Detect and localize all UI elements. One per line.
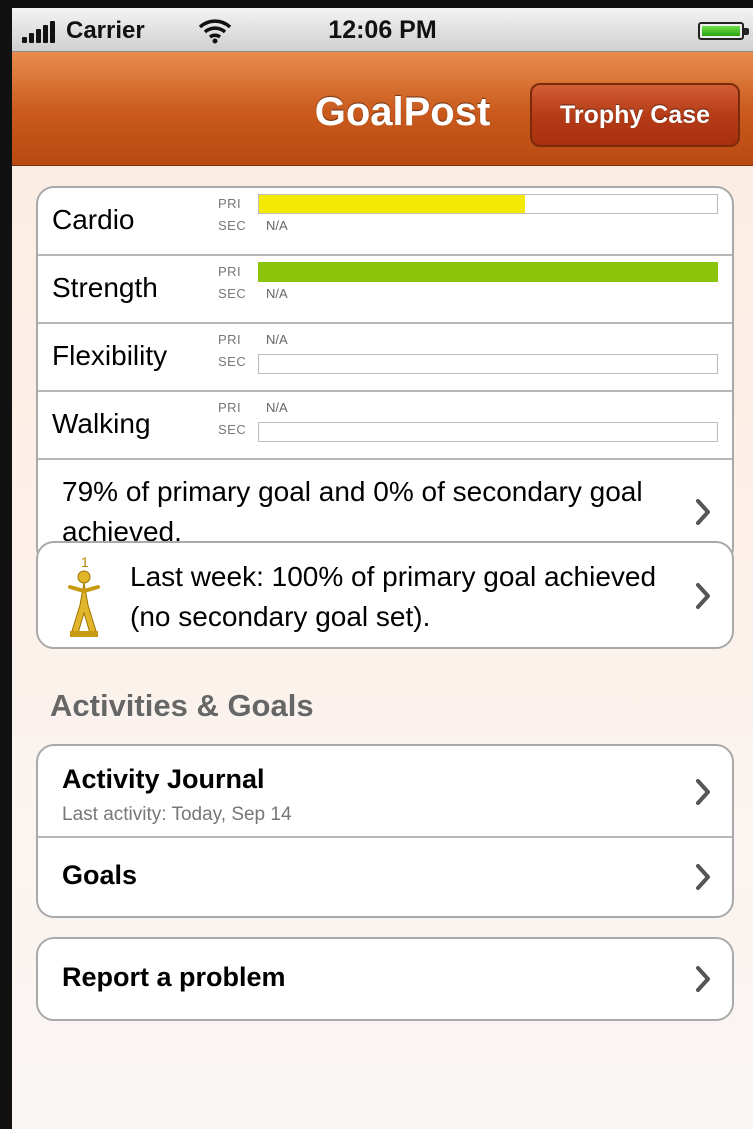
pri-label: PRI — [218, 264, 242, 279]
walking-secondary-bar — [258, 422, 718, 442]
activity-name: Strength — [52, 272, 158, 303]
walking-primary-na: N/A — [266, 400, 288, 415]
report-problem-title: Report a problem — [62, 962, 286, 992]
progress-row-walking: Walking PRI N/A SEC — [38, 392, 732, 460]
activity-journal-title: Activity Journal — [62, 764, 265, 794]
progress-summary-text: 79% of primary goal and 0% of secondary … — [62, 476, 643, 547]
progress-row-flexibility: Flexibility PRI N/A SEC — [38, 324, 732, 392]
report-problem-row[interactable]: Report a problem — [38, 939, 732, 1019]
sec-label: SEC — [218, 354, 247, 369]
progress-row-strength: Strength PRI SEC N/A — [38, 256, 732, 324]
strength-secondary-na: N/A — [266, 286, 288, 301]
battery-icon — [698, 22, 749, 40]
last-week-group[interactable]: 1 Last week: 100% of primary goal achiev… — [36, 541, 734, 649]
cardio-primary-fill — [259, 195, 525, 213]
navigation-bar: GoalPost Trophy Case — [12, 52, 753, 166]
trophy-icon: 1 — [64, 553, 104, 639]
app-screen: Carrier 12:06 PM GoalPost Trophy Case Ca… — [12, 8, 753, 1129]
last-week-text: Last week: 100% of primary goal achieved… — [130, 561, 657, 632]
chevron-right-icon — [696, 499, 710, 525]
activity-name: Cardio — [52, 204, 135, 235]
flexibility-secondary-bar — [258, 354, 718, 374]
status-bar: Carrier 12:06 PM — [12, 8, 753, 52]
activity-name: Walking — [52, 408, 151, 439]
activity-name: Flexibility — [52, 340, 168, 371]
sec-label: SEC — [218, 286, 247, 301]
status-time: 12:06 PM — [328, 16, 437, 44]
goals-row[interactable]: Goals — [38, 838, 732, 916]
progress-group: Cardio PRI SEC N/A Strength PRI SEC N/A … — [36, 186, 734, 566]
activity-journal-subtitle: Last activity: Today, Sep 14 — [62, 804, 292, 825]
chevron-right-icon — [696, 583, 710, 609]
sec-label: SEC — [218, 422, 247, 437]
sec-label: SEC — [218, 218, 247, 233]
chevron-right-icon — [696, 779, 710, 805]
section-header-activities: Activities & Goals — [50, 688, 314, 723]
activities-group: Activity Journal Last activity: Today, S… — [36, 744, 734, 918]
cardio-primary-bar — [258, 194, 718, 214]
pri-label: PRI — [218, 196, 242, 211]
trophy-case-button[interactable]: Trophy Case — [530, 83, 740, 147]
activity-journal-row[interactable]: Activity Journal Last activity: Today, S… — [38, 746, 732, 838]
strength-primary-fill — [259, 263, 717, 281]
progress-row-cardio: Cardio PRI SEC N/A — [38, 188, 732, 256]
svg-text:1: 1 — [81, 554, 89, 570]
report-group: Report a problem — [36, 937, 734, 1021]
pri-label: PRI — [218, 400, 242, 415]
strength-primary-bar — [258, 262, 718, 282]
goals-title: Goals — [62, 860, 138, 890]
pri-label: PRI — [218, 332, 242, 347]
chevron-right-icon — [696, 864, 710, 890]
flexibility-primary-na: N/A — [266, 332, 288, 347]
chevron-right-icon — [696, 966, 710, 992]
cardio-secondary-na: N/A — [266, 218, 288, 233]
